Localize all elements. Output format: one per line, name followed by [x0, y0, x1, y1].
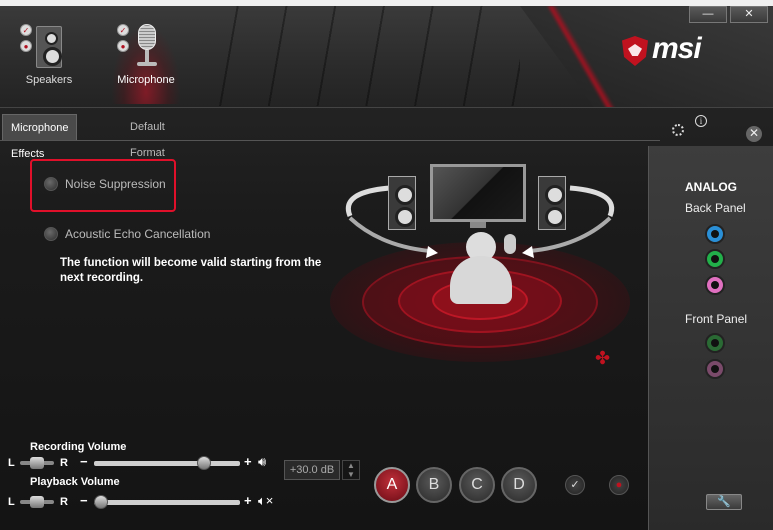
mute-icon[interactable]: 🔈︎× — [258, 493, 273, 509]
play-minus-button[interactable]: − — [80, 493, 88, 508]
msi-logo: msi — [622, 32, 742, 66]
brand-name: msi — [652, 32, 702, 65]
jack-front-pink[interactable] — [705, 359, 725, 379]
db-stepper[interactable]: ▲ ▼ — [342, 460, 360, 480]
info-icon[interactable]: i — [695, 115, 707, 127]
echo-cancellation-toggle[interactable] — [44, 227, 58, 241]
recording-balance-slider[interactable] — [20, 457, 54, 469]
noise-suppression-label: Noise Suppression — [65, 177, 166, 191]
noise-suppression-option[interactable]: Noise Suppression — [44, 177, 166, 191]
rec-left-label: L — [8, 457, 15, 469]
tab-default-format[interactable]: Default Format — [122, 114, 173, 159]
playback-balance-slider[interactable] — [20, 496, 54, 508]
preset-c-button[interactable]: C — [459, 467, 495, 503]
wrench-settings-button[interactable]: 🔧 — [706, 494, 742, 510]
left-speaker-icon — [388, 176, 416, 230]
play-right-label: R — [60, 496, 68, 508]
noise-suppression-toggle[interactable] — [44, 177, 58, 191]
mic-mini-icon — [504, 234, 516, 254]
back-panel-label: Back Panel — [685, 201, 746, 215]
jack-back-green[interactable] — [705, 249, 725, 269]
jack-back-pink[interactable] — [705, 275, 725, 295]
default-indicator-icon: ✓ — [20, 24, 32, 36]
recording-volume-title: Recording Volume — [30, 441, 127, 453]
playback-volume-slider[interactable] — [94, 495, 240, 509]
recording-volume-knob[interactable] — [196, 456, 211, 470]
msi-dragon-icon — [622, 36, 648, 66]
echo-cancellation-label: Acoustic Echo Cancellation — [65, 227, 211, 241]
device-label-microphone: Microphone — [117, 74, 175, 86]
header-decoration — [190, 6, 520, 106]
echo-cancellation-option[interactable]: Acoustic Echo Cancellation — [44, 227, 210, 241]
minimize-button[interactable]: — — [689, 6, 727, 23]
default-indicator-icon: ✓ — [117, 24, 129, 36]
sound-stage-illustration — [320, 156, 640, 366]
effect-fan-icon[interactable]: ✤ — [595, 349, 613, 367]
rec-plus-button[interactable]: + — [244, 454, 252, 469]
monitor-icon — [430, 164, 526, 222]
jack-front-green[interactable] — [705, 333, 725, 353]
confirm-check-button[interactable]: ✓ — [565, 475, 585, 495]
audio-manager-window: ✓ ● Speakers ✓ ● Microphone msi — ✕ Micr… — [0, 6, 773, 530]
preset-a-button[interactable]: A — [374, 467, 410, 503]
notice-text: The function will become valid starting … — [60, 257, 322, 284]
right-speaker-icon — [538, 176, 566, 230]
close-button[interactable]: ✕ — [730, 6, 768, 23]
analog-title: ANALOG — [685, 180, 737, 194]
front-panel-label: Front Panel — [685, 312, 748, 326]
comm-indicator-icon: ● — [117, 40, 129, 52]
play-left-label: L — [8, 496, 15, 508]
recording-volume-slider[interactable] — [94, 456, 240, 470]
recording-db-field[interactable]: +30.0 dB — [284, 460, 340, 480]
rec-right-label: R — [60, 457, 68, 469]
preset-b-button[interactable]: B — [416, 467, 452, 503]
close-panel-icon[interactable]: ✕ — [746, 126, 762, 142]
speaker-icon — [36, 26, 62, 68]
preset-d-button[interactable]: D — [501, 467, 537, 503]
microphone-icon — [138, 24, 156, 50]
device-label-speakers: Speakers — [25, 74, 73, 86]
playback-volume-knob[interactable] — [94, 495, 108, 509]
device-microphone[interactable]: ✓ ● Microphone — [111, 24, 181, 104]
playback-volume-title: Playback Volume — [30, 476, 120, 488]
play-plus-button[interactable]: + — [244, 493, 252, 508]
comm-indicator-icon: ● — [20, 40, 32, 52]
gear-icon[interactable] — [672, 124, 684, 136]
jack-back-blue[interactable] — [705, 224, 725, 244]
device-speakers[interactable]: ✓ ● Speakers — [14, 24, 84, 86]
volume-icon[interactable]: 🔊︎ — [258, 454, 266, 470]
record-mic-button[interactable]: ● — [609, 475, 629, 495]
rec-minus-button[interactable]: − — [80, 454, 88, 469]
header: ✓ ● Speakers ✓ ● Microphone msi — ✕ — [0, 6, 773, 108]
tab-microphone-effects[interactable]: Microphone Effects — [2, 114, 78, 160]
